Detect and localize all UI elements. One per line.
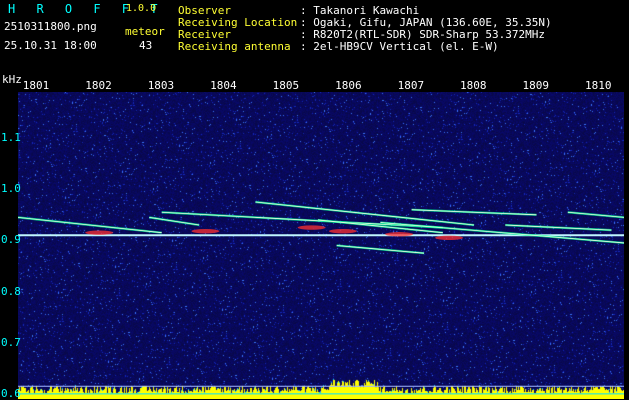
y-tick-label: 1.0 [1, 182, 21, 196]
echo-hotspot [297, 225, 326, 230]
echo-hotspot [328, 228, 357, 234]
meteor-trace-core [411, 209, 537, 216]
echo-hotspot [435, 235, 464, 241]
meteor-trace-core [336, 245, 425, 254]
info-key-observer: Observer [178, 4, 231, 17]
info-key-location: Receiving Location [178, 16, 298, 29]
meteor-trace-core [255, 201, 475, 226]
x-tick-label: 1807 [397, 79, 425, 92]
x-tick-label: 1806 [335, 79, 362, 92]
echo-hotspot [191, 228, 220, 234]
x-tick-label: 1803 [147, 79, 175, 92]
info-value-location: : Ogaki, Gifu, JAPAN (136.60E, 35.35N) [300, 16, 552, 29]
info-value-receiver: : R820T2(RTL-SDR) SDR-Sharp 53.372MHz [300, 28, 546, 41]
info-key-antenna: Receiving antenna [178, 40, 291, 53]
x-tick-label: 1802 [85, 79, 112, 92]
meteor-trace-core [567, 211, 624, 218]
x-tick-label: 1801 [22, 79, 50, 92]
y-tick-label: 0.8 [1, 284, 21, 298]
spectrogram [18, 92, 624, 399]
y-tick-label: 0.9 [1, 233, 21, 247]
x-tick-label: 1809 [522, 79, 550, 92]
x-tick-label: 1805 [272, 79, 300, 92]
meteor-trace-core [161, 211, 443, 228]
meteor-trace-core [380, 222, 624, 244]
y-axis-unit: kHz [2, 73, 22, 86]
meteor-label: meteor [125, 25, 165, 38]
y-tick-label: 0.6 [1, 386, 21, 400]
info-key-receiver: Receiver [178, 28, 231, 41]
info-value-antenna: : 2el-HB9CV Vertical (el. E-W) [300, 40, 499, 53]
meteor-trace-core [149, 216, 200, 226]
x-tick-label: 1810 [585, 79, 612, 92]
y-tick-label: 1.1 [1, 131, 21, 145]
app-version: 1.0.0 [126, 3, 157, 14]
x-tick-label: 1808 [460, 79, 487, 92]
meteor-trace-core [18, 216, 162, 234]
echo-hotspot [385, 232, 414, 237]
info-value-observer: : Takanori Kawachi [300, 4, 420, 17]
file-name: 2510311800.png [4, 20, 97, 33]
spectrogram-overlay [18, 200, 624, 395]
hrofft-window: H R O F F T 1.0.0 2510311800.png 25.10.3… [0, 0, 629, 400]
x-tick-label: 1804 [210, 79, 237, 92]
observation-datetime: 25.10.31 18:00 [4, 39, 97, 52]
y-tick-label: 0.7 [1, 335, 21, 349]
meteor-count: 43 [139, 39, 153, 52]
meteor-trace-core [505, 224, 612, 231]
echo-hotspot [85, 230, 114, 235]
